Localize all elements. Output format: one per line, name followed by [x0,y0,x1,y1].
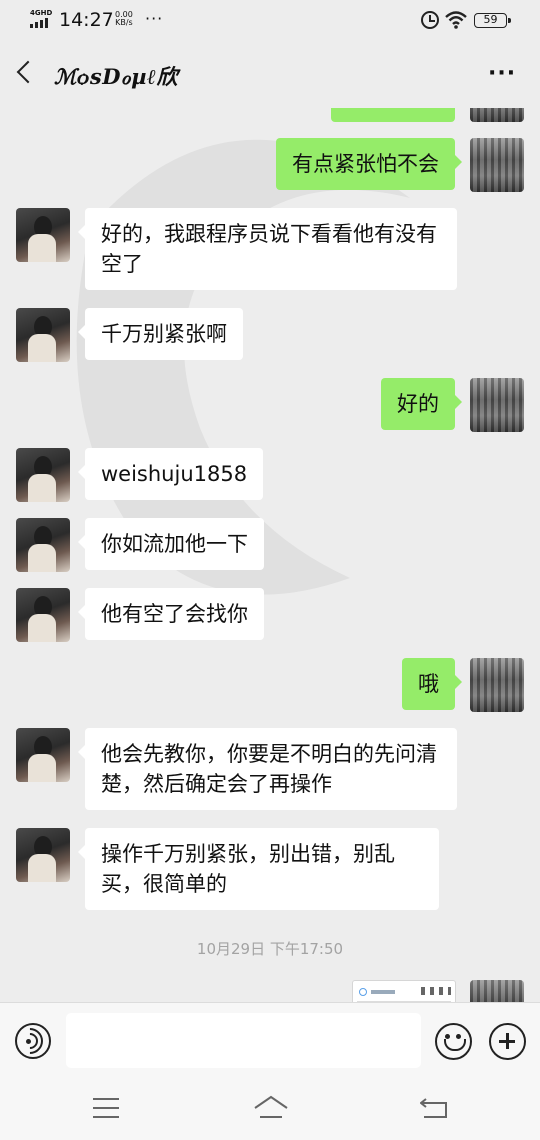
voice-input-button[interactable] [11,1022,51,1060]
system-nav-bar [0,1078,540,1140]
chat-header: ℳѻsDℴµℓ欣 ··· [0,40,540,108]
speed-unit: KB/s [115,18,133,27]
contact-avatar[interactable] [16,518,70,572]
contact-avatar[interactable] [16,828,70,882]
more-options-button[interactable]: ··· [488,61,516,86]
clock: 14:27 [59,9,114,31]
battery-icon: 59 [474,13,511,28]
message-bubble-sent[interactable]: 哦 [402,658,462,710]
back-icon[interactable] [420,1095,448,1119]
message-bubble-sent[interactable]: 有点紧张怕不会 [276,138,462,190]
message-bubble-received[interactable]: 他会先教你，你要是不明白的先问清楚，然后确定会了再操作 [78,728,457,810]
emoji-button[interactable] [435,1023,472,1060]
message-bubble-received[interactable]: 操作千万别紧张，别出错，别乱买，很简单的 [78,828,439,910]
contact-avatar[interactable] [16,448,70,502]
message-bubble-received[interactable]: 他有空了会找你 [78,588,264,640]
signal-icon [30,18,52,28]
contact-avatar[interactable] [16,588,70,642]
notification-more-icon: ··· [145,9,164,28]
network-speed: 0.00 KB/s [115,11,133,27]
home-icon[interactable] [253,1095,289,1119]
alarm-icon [421,11,439,29]
message-list[interactable]: 有点紧张怕不会 好的，我跟程序员说下看看他有没有空了 千万别紧张啊 好的 wei… [0,108,540,1002]
more-functions-button[interactable] [489,1023,526,1060]
message-bubble-sent[interactable] [331,108,455,122]
my-avatar[interactable] [470,378,524,432]
my-avatar[interactable] [470,138,524,192]
message-timestamp: 10月29日 下午17:50 [196,940,344,958]
chat-title: ℳѻsDℴµℓ欣 [54,64,178,89]
my-avatar[interactable] [470,658,524,712]
message-bubble-received[interactable]: 你如流加他一下 [78,518,264,570]
message-input[interactable] [66,1013,421,1068]
wifi-icon [445,11,467,29]
my-avatar[interactable] [470,980,524,1002]
input-bar [0,1002,540,1078]
my-avatar[interactable] [470,108,524,122]
message-bubble-received[interactable]: weishuju1858 [77,448,264,500]
message-bubble-received[interactable]: 千万别紧张啊 [78,308,243,360]
contact-avatar[interactable] [16,208,70,262]
back-arrow-icon[interactable] [16,60,40,84]
image-message-thumbnail[interactable] [352,980,456,1002]
contact-avatar[interactable] [16,308,70,362]
message-bubble-sent[interactable]: 好的 [381,378,462,430]
menu-icon[interactable] [93,1098,119,1118]
message-bubble-received[interactable]: 好的，我跟程序员说下看看他有没有空了 [78,208,457,290]
status-bar: 4GHD 14:27 0.00 KB/s ··· 59 [0,0,540,40]
contact-avatar[interactable] [16,728,70,782]
network-type: 4GHD [30,9,53,17]
